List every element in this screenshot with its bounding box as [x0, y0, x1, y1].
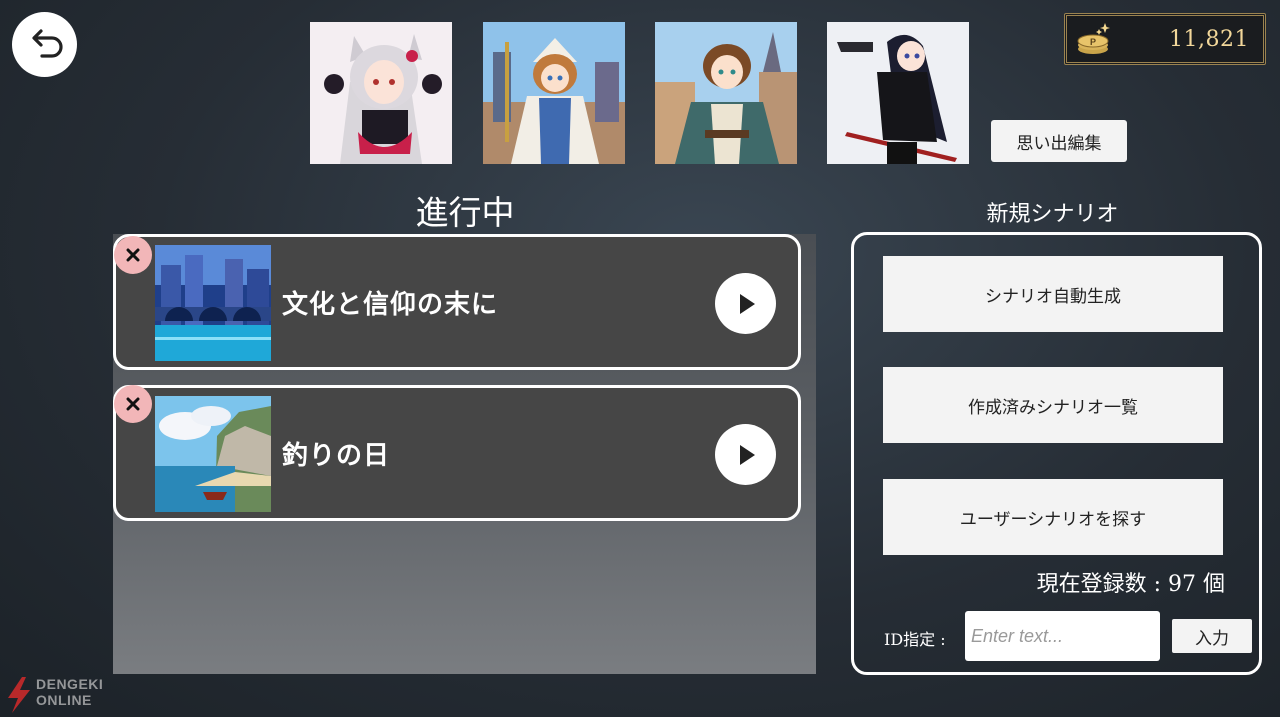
play-icon [739, 444, 755, 465]
play-button[interactable] [715, 273, 776, 334]
gunslinger-portrait-icon [827, 22, 969, 164]
canal-city-thumbnail [155, 245, 271, 361]
close-icon [126, 248, 140, 262]
coin-amount: 11,821 [1169, 26, 1249, 52]
scenario-title: 文化と信仰の末に [282, 289, 499, 320]
created-list-button[interactable]: 作成済みシナリオ一覧 [883, 367, 1223, 443]
search-user-scenario-button[interactable]: ユーザーシナリオを探す [883, 479, 1223, 555]
character-portrait-1[interactable] [310, 22, 452, 164]
new-scenario-heading: 新規シナリオ [986, 202, 1119, 227]
character-portrait-2[interactable] [483, 22, 625, 164]
ongoing-heading: 進行中 [415, 193, 515, 232]
scenario-title: 釣りの日 [282, 440, 391, 471]
registered-count: 現在登録数 : 97 個 [1036, 572, 1225, 597]
close-icon [126, 397, 140, 411]
play-button[interactable] [715, 424, 776, 485]
watermark-line-1: DENGEKI [36, 676, 104, 692]
play-icon [739, 293, 755, 314]
coin-stack-icon: P [1077, 23, 1110, 54]
scenario-card[interactable]: 文化と信仰の末に [113, 234, 801, 370]
priestess-portrait-icon [483, 22, 625, 164]
character-portrait-4[interactable] [827, 22, 969, 164]
character-portrait-3[interactable] [655, 22, 797, 164]
young-hero-portrait-icon [655, 22, 797, 164]
id-label: ID指定 : [884, 630, 946, 649]
watermark-line-2: ONLINE [36, 692, 92, 708]
canal-city-thumbnail-icon [155, 245, 271, 361]
lightning-logo-icon [8, 677, 30, 713]
delete-scenario-button[interactable] [114, 236, 152, 274]
coin-counter: P 11,821 [1064, 13, 1266, 65]
scenario-card[interactable]: 釣りの日 [113, 385, 801, 521]
memories-edit-button[interactable]: 思い出編集 [991, 120, 1127, 162]
dengeki-online-watermark: DENGEKI ONLINE [4, 676, 129, 716]
svg-text:P: P [1090, 37, 1096, 47]
back-button[interactable] [12, 12, 77, 77]
id-input[interactable] [965, 611, 1160, 661]
delete-scenario-button[interactable] [114, 385, 152, 423]
undo-arrow-icon [31, 28, 63, 58]
cat-girl-portrait-icon [310, 22, 452, 164]
seaside-cliff-thumbnail [155, 396, 271, 512]
seaside-cliff-thumbnail-icon [155, 396, 271, 512]
submit-id-button[interactable]: 入力 [1172, 619, 1252, 653]
auto-generate-button[interactable]: シナリオ自動生成 [883, 256, 1223, 332]
